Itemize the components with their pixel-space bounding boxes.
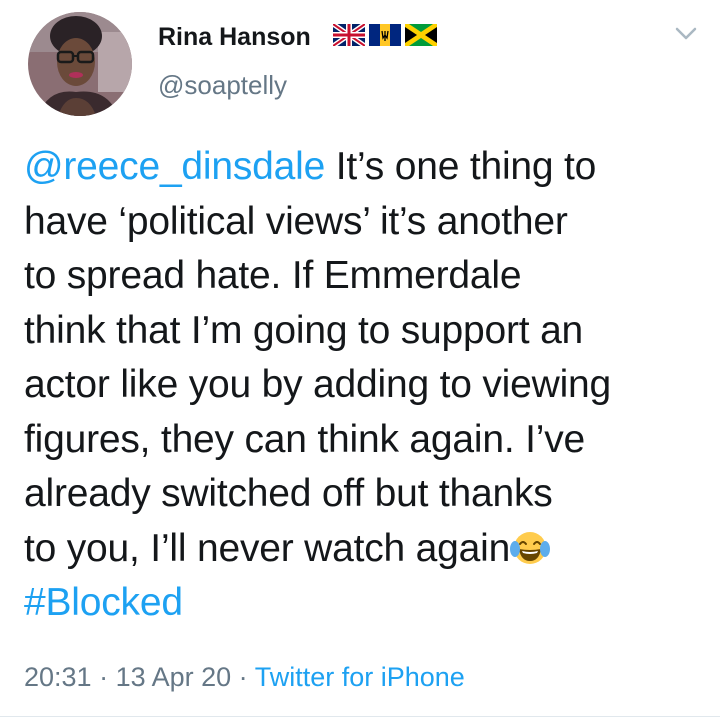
chevron-down-icon[interactable] xyxy=(674,24,698,44)
tweet-line: already switched off but thanks xyxy=(24,472,553,515)
divider xyxy=(0,716,720,717)
author-handle[interactable]: @soaptelly xyxy=(158,70,287,100)
tweet-line: figures, they can think again. I’ve xyxy=(24,417,585,461)
barbados-flag-icon xyxy=(369,24,401,46)
tweet-line: #Blocked xyxy=(24,576,704,631)
author-name[interactable]: Rina Hanson xyxy=(158,22,311,52)
tweet-meta: 20:31 · 13 Apr 20 · Twitter for iPhone xyxy=(24,660,465,694)
hashtag-link[interactable]: #Blocked xyxy=(24,581,183,624)
tweet-line: have ‘political views’ it’s another xyxy=(24,199,568,243)
tweet-text-fragment: to you, I’ll never watch again xyxy=(24,526,511,570)
tweet-line: to spread hate. If Emmerdale xyxy=(24,254,522,297)
tweet-text-fragment: It’s one thing to xyxy=(325,145,597,188)
uk-flag-icon xyxy=(333,24,365,46)
face-with-tears-of-joy-icon xyxy=(510,531,551,564)
jamaica-flag-icon xyxy=(405,24,437,46)
tweet-source-link[interactable]: Twitter for iPhone xyxy=(255,662,465,692)
meta-separator: · xyxy=(231,662,255,692)
mention-link[interactable]: @reece_dinsdale xyxy=(24,145,325,188)
tweet-line: think that I’m going to support an xyxy=(24,308,584,352)
tweet-time[interactable]: 20:31 xyxy=(24,662,92,692)
tweet-line: @reece_dinsdale It’s one thing to xyxy=(24,140,704,195)
meta-separator: · xyxy=(91,662,116,692)
tweet: Rina Hanson @soaptelly @reece_dinsdale I… xyxy=(0,0,720,723)
tweet-text: @reece_dinsdale It’s one thing to have ‘… xyxy=(24,140,704,631)
avatar-image xyxy=(28,12,132,116)
tweet-date[interactable]: 13 Apr 20 xyxy=(116,662,232,692)
tweet-line: actor like you by adding to viewing xyxy=(24,363,612,406)
tweet-line: to you, I’ll never watch again xyxy=(24,522,704,577)
avatar[interactable] xyxy=(28,12,132,116)
